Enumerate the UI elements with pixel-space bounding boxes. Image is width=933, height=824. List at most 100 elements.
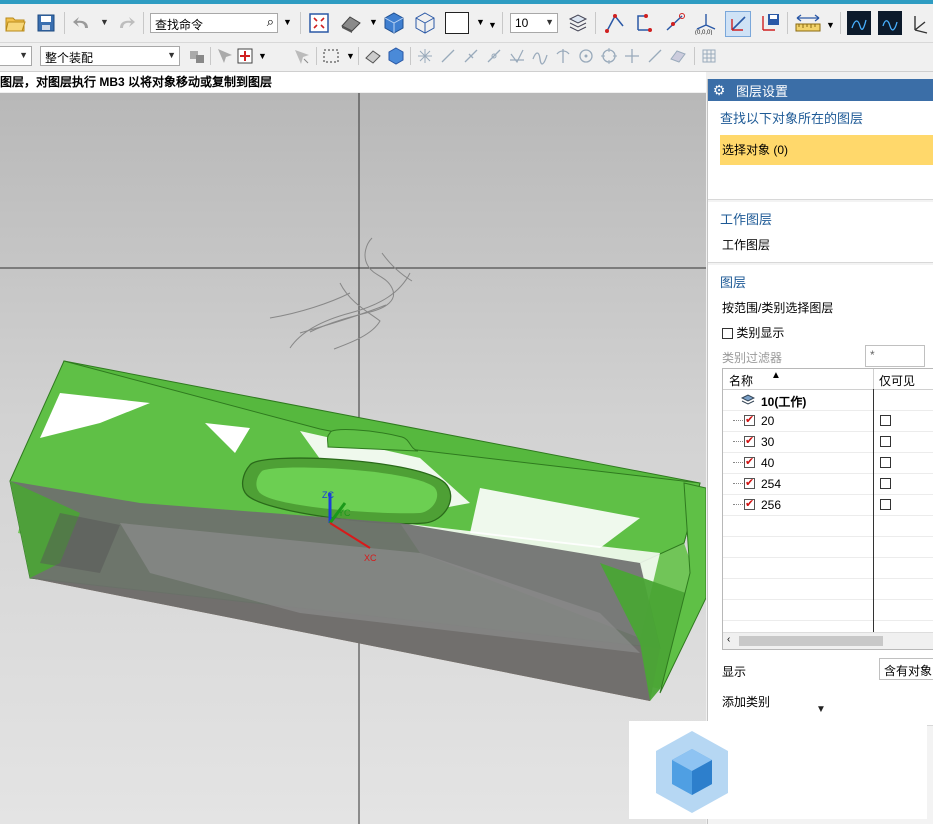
- chevron-down-icon: ▼: [167, 50, 176, 60]
- snap-endpoint-icon[interactable]: [437, 45, 459, 67]
- category-display-label: 类别显示: [736, 326, 785, 340]
- toolbar-separator: [502, 12, 503, 34]
- snap-tangent-icon[interactable]: [552, 45, 574, 67]
- redo-icon[interactable]: [114, 11, 138, 35]
- measure-dropdown-icon[interactable]: ▼: [826, 20, 835, 30]
- command-dropdown-icon[interactable]: ▼: [283, 17, 292, 27]
- column-visible-only[interactable]: 仅可见: [879, 372, 915, 389]
- csys-origin-icon[interactable]: (0,0,0): [694, 11, 718, 35]
- snap-intersection-icon[interactable]: [506, 45, 528, 67]
- snap-point-icon[interactable]: [234, 45, 256, 67]
- gear-icon[interactable]: ⚙: [708, 82, 730, 99]
- work-layer-select[interactable]: 10 ▼: [510, 13, 558, 33]
- fit-view-icon[interactable]: [307, 11, 331, 35]
- select-objects-field[interactable]: 选择对象 (0): [720, 135, 933, 165]
- axis-tool-icon[interactable]: [909, 11, 933, 35]
- select-tool-icon[interactable]: [214, 45, 236, 67]
- snap-line-icon[interactable]: [644, 45, 666, 67]
- tree-connector: [733, 420, 743, 421]
- snap-quadrant-icon[interactable]: [598, 45, 620, 67]
- layer-visible-checkbox[interactable]: [744, 497, 755, 510]
- visible-only-checkbox[interactable]: [880, 499, 891, 510]
- horizontal-scrollbar[interactable]: ‹: [723, 632, 933, 649]
- category-display-checkbox[interactable]: [722, 328, 733, 340]
- display-select[interactable]: 含有对象的: [879, 658, 933, 680]
- svg-text:(0,0,0): (0,0,0): [695, 30, 712, 35]
- layer-row-20[interactable]: 20: [723, 411, 933, 432]
- visible-only-checkbox[interactable]: [880, 415, 891, 426]
- assembly-filter-select[interactable]: 整个装配 ▼: [40, 46, 180, 66]
- layer-stack-icon[interactable]: [566, 11, 590, 35]
- undo-icon[interactable]: [70, 11, 94, 35]
- command-search-input[interactable]: 查找命令 ⌕: [150, 13, 278, 33]
- snap-grid-toggle-icon[interactable]: [698, 45, 720, 67]
- open-folder-icon[interactable]: [3, 11, 27, 35]
- wcs-orient-icon[interactable]: [725, 11, 751, 37]
- render-style-dropdown-icon[interactable]: ▼: [369, 17, 378, 27]
- main-toolbar: ▼ 查找命令 ⌕ ▼ ▼ ▼ ▼ 10 ▼ (0,0,0) ▼: [0, 4, 933, 43]
- body-select-icon[interactable]: [362, 45, 384, 67]
- shaded-cube-icon[interactable]: [382, 11, 406, 35]
- layer-table: 名称 ▲ 仅可见 10(工作) 20 30: [722, 368, 933, 650]
- layer-row-254[interactable]: 254: [723, 474, 933, 495]
- watermark-logo: [629, 721, 927, 819]
- layer-stack-icon: [740, 393, 756, 410]
- toolbar-separator: [64, 12, 65, 34]
- layer-row-30[interactable]: 30: [723, 432, 933, 453]
- scrollbar-thumb[interactable]: [739, 636, 883, 646]
- more-dropdown-icon[interactable]: ▼: [488, 20, 497, 30]
- work-layer-section: 工作图层 工作图层: [708, 202, 933, 263]
- snap-control-icon[interactable]: [483, 45, 505, 67]
- work-layer-value: 10: [515, 16, 529, 30]
- select-mode-dropdown-icon[interactable]: ▼: [346, 51, 355, 61]
- snap-dropdown-icon[interactable]: ▼: [258, 51, 267, 61]
- plane-tool-icon[interactable]: [663, 11, 687, 35]
- type-filter-select[interactable]: ▼: [0, 46, 32, 66]
- layer-visible-checkbox[interactable]: [744, 455, 755, 468]
- column-name[interactable]: 名称: [729, 372, 753, 389]
- measure-distance-icon[interactable]: [794, 11, 822, 35]
- category-filter-input[interactable]: *: [865, 345, 925, 367]
- category-display-option[interactable]: 类别显示: [708, 320, 933, 345]
- snap-center-icon[interactable]: [575, 45, 597, 67]
- command-search-placeholder: 查找命令: [155, 18, 204, 32]
- layers-section: 图层 按范围/类别选择图层 类别显示 类别过滤器 * 名称 ▲ 仅可见 10(工…: [708, 265, 933, 726]
- visible-only-checkbox[interactable]: [880, 436, 891, 447]
- solid-select-icon[interactable]: [385, 45, 407, 67]
- snap-curve-icon[interactable]: [529, 45, 551, 67]
- snap-midpoint-icon[interactable]: [460, 45, 482, 67]
- snap-grid-icon[interactable]: [414, 45, 436, 67]
- layer-visible-checkbox[interactable]: [744, 476, 755, 489]
- layer-visible-checkbox[interactable]: [744, 434, 755, 447]
- wireframe-cube-icon[interactable]: [413, 11, 437, 35]
- visible-only-checkbox[interactable]: [880, 478, 891, 489]
- save-wcs-icon[interactable]: [758, 11, 782, 35]
- layer-visible-checkbox[interactable]: [744, 413, 755, 426]
- snap-face-icon[interactable]: [667, 45, 689, 67]
- cube-logo-icon: [656, 731, 728, 813]
- expand-more-icon[interactable]: ▼: [708, 704, 933, 718]
- rectangle-select-icon[interactable]: [320, 45, 342, 67]
- toolbar-separator: [410, 47, 411, 65]
- shaded-view-icon[interactable]: [339, 11, 363, 35]
- graphics-viewport[interactable]: ZC YC XC: [0, 93, 706, 824]
- scroll-left-icon[interactable]: ‹: [727, 634, 730, 645]
- color-dropdown-icon[interactable]: ▼: [476, 17, 485, 27]
- point-tool-icon[interactable]: [603, 11, 627, 35]
- sort-ascending-icon[interactable]: ▲: [771, 370, 781, 381]
- save-icon[interactable]: [34, 11, 58, 35]
- toolbar-separator: [210, 47, 211, 65]
- layer-row-40[interactable]: 40: [723, 453, 933, 474]
- visible-only-checkbox[interactable]: [880, 457, 891, 468]
- layer-row-256[interactable]: 256: [723, 495, 933, 516]
- component-icon[interactable]: [186, 45, 208, 67]
- search-icon[interactable]: ⌕: [267, 14, 274, 30]
- layer-row-10[interactable]: 10(工作): [723, 390, 933, 411]
- filter-tool-icon[interactable]: [290, 45, 312, 67]
- find-layer-section: 查找以下对象所在的图层 选择对象 (0): [708, 101, 933, 200]
- graph-tool-icon[interactable]: [847, 11, 871, 35]
- background-color-icon[interactable]: [444, 11, 470, 35]
- snap-point-on-icon[interactable]: [621, 45, 643, 67]
- vector-tool-icon[interactable]: [633, 11, 657, 35]
- graph-tool-2-icon[interactable]: [878, 11, 902, 35]
